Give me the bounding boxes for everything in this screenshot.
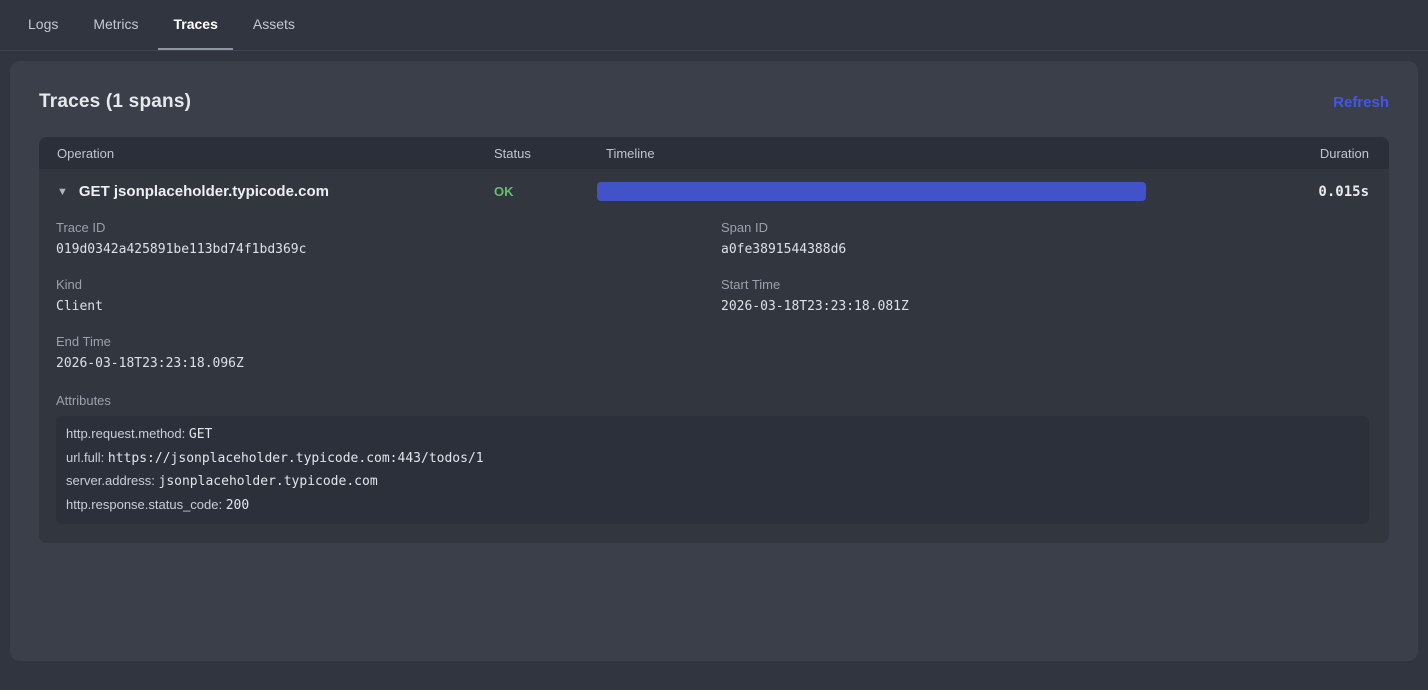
span-operation-cell: ▼ GET jsonplaceholder.typicode.com [39,183,479,200]
field-label: Start Time [721,277,1389,292]
traces-panel: Traces (1 spans) Refresh Operation Statu… [10,61,1418,661]
field-label: Trace ID [56,220,721,235]
refresh-button[interactable]: Refresh [1333,94,1389,111]
attribute-key: server.address: [66,473,155,488]
attribute-value: jsonplaceholder.typicode.com [159,474,378,489]
tab-assets[interactable]: Assets [238,0,310,50]
field-kind: Kind Client [56,277,721,314]
panel-header: Traces (1 spans) Refresh [39,61,1389,137]
span-operation-label: GET jsonplaceholder.typicode.com [79,183,329,200]
field-label: Span ID [721,220,1389,235]
field-value: Client [56,299,721,314]
field-end-time: End Time 2026-03-18T23:23:18.096Z [56,334,721,371]
field-label: End Time [56,334,721,349]
span-row[interactable]: ▼ GET jsonplaceholder.typicode.com OK 0.… [39,169,1389,214]
span-status-badge: OK [479,184,589,199]
attributes-section-label: Attributes [56,393,1389,408]
attribute-row: url.full: https://jsonplaceholder.typico… [66,447,1359,471]
attribute-key: http.request.method: [66,426,185,441]
detail-fields-grid: Trace ID 019d0342a425891be113bd74f1bd369… [56,220,1389,391]
attribute-value: GET [189,427,212,442]
attribute-row: http.request.method: GET [66,423,1359,447]
attribute-value: 200 [226,498,249,513]
field-value: 019d0342a425891be113bd74f1bd369c [56,242,721,257]
field-trace-id: Trace ID 019d0342a425891be113bd74f1bd369… [56,220,721,257]
column-header-status: Status [479,146,589,161]
column-header-timeline: Timeline [589,146,1199,161]
table-header-row: Operation Status Timeline Duration [39,137,1389,169]
field-value: a0fe3891544388d6 [721,242,1389,257]
field-label: Kind [56,277,721,292]
field-value: 2026-03-18T23:23:18.096Z [56,356,721,371]
timeline-bar [597,182,1146,201]
field-value: 2026-03-18T23:23:18.081Z [721,299,1389,314]
attribute-row: http.response.status_code: 200 [66,494,1359,518]
column-header-duration: Duration [1199,146,1389,161]
span-timeline-cell [589,169,1199,214]
trace-table: Operation Status Timeline Duration ▼ GET… [39,137,1389,543]
tab-bar: Logs Metrics Traces Assets [0,0,1428,51]
tab-logs[interactable]: Logs [13,0,73,50]
tab-traces[interactable]: Traces [158,0,232,50]
span-details: Trace ID 019d0342a425891be113bd74f1bd369… [39,214,1389,543]
collapse-triangle-icon[interactable]: ▼ [57,186,68,198]
attribute-key: url.full: [66,450,104,465]
attributes-box: http.request.method: GET url.full: https… [56,416,1369,524]
column-header-operation: Operation [39,146,479,161]
attribute-key: http.response.status_code: [66,497,222,512]
tab-metrics[interactable]: Metrics [78,0,153,50]
attribute-value: https://jsonplaceholder.typicode.com:443… [108,451,484,466]
attribute-row: server.address: jsonplaceholder.typicode… [66,470,1359,494]
span-duration-value: 0.015s [1199,184,1389,200]
field-span-id: Span ID a0fe3891544388d6 [721,220,1389,257]
field-start-time: Start Time 2026-03-18T23:23:18.081Z [721,277,1389,314]
page-title: Traces (1 spans) [39,91,191,113]
